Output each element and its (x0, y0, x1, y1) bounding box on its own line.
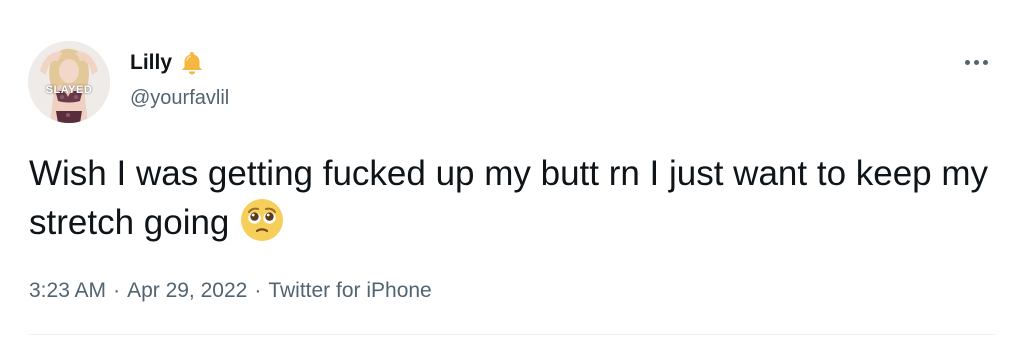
more-options-button[interactable] (956, 50, 996, 74)
tweet-source[interactable]: Twitter for iPhone (268, 279, 431, 302)
tweet-date[interactable]: Apr 29, 2022 (127, 279, 247, 302)
more-options-dot (973, 59, 979, 65)
avatar[interactable]: SLAYED (28, 41, 110, 123)
tweet-card: SLAYED Lilly @yourfavlil Wish I was gett… (0, 0, 1024, 339)
tweet-text: Wish I was getting fucked up my butt rn … (29, 150, 989, 246)
tweet-text-content: Wish I was getting fucked up my butt rn … (29, 154, 989, 242)
display-name[interactable]: Lilly (130, 50, 172, 76)
meta-separator: · (113, 279, 121, 302)
avatar-image (28, 41, 110, 123)
divider (29, 334, 995, 335)
handle[interactable]: @yourfavlil (130, 86, 229, 110)
tweet-meta: 3:23 AM · Apr 29, 2022 · Twitter for iPhone (29, 277, 432, 305)
name-row: Lilly (130, 50, 229, 76)
pleading-face-emoji (239, 197, 285, 243)
avatar-caption: SLAYED (45, 84, 93, 96)
tweet-time[interactable]: 3:23 AM (29, 279, 106, 302)
author-block: Lilly @yourfavlil (130, 50, 229, 110)
more-options-icon (964, 59, 970, 65)
meta-separator: · (254, 279, 262, 302)
more-options-dot (982, 59, 988, 65)
bell-icon (178, 49, 206, 77)
